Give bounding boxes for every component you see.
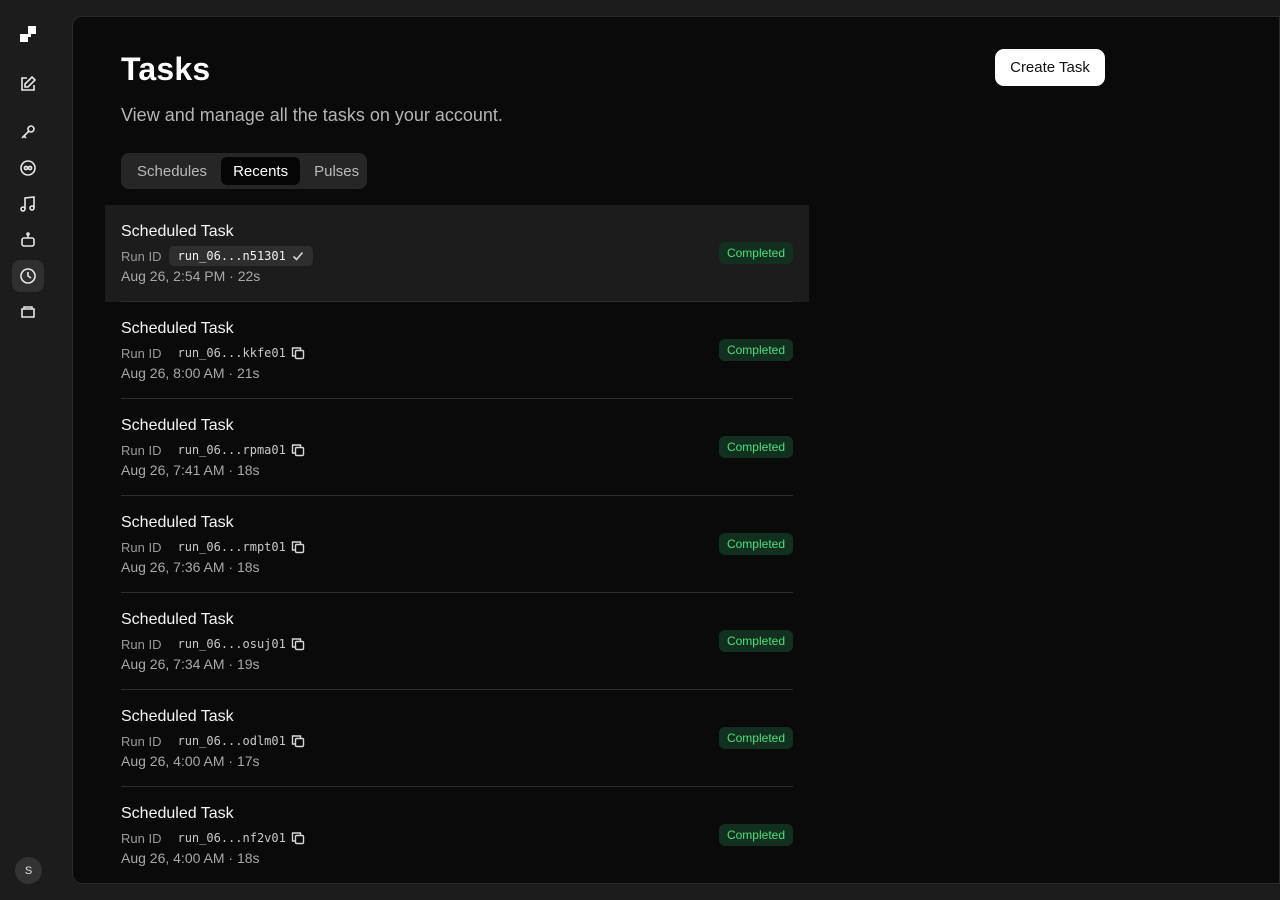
logo-icon[interactable] xyxy=(12,18,44,50)
run-id-chip[interactable]: run_06...nf2v01 xyxy=(169,828,312,848)
status-badge: Completed xyxy=(718,727,793,749)
task-list: Scheduled Task Run ID run_06...n51301 Au… xyxy=(105,205,809,883)
avatar[interactable]: S xyxy=(15,857,42,884)
task-title: Scheduled Task xyxy=(121,611,234,628)
music-icon[interactable] xyxy=(12,188,44,220)
connector-icon[interactable] xyxy=(12,152,44,184)
run-id-chip[interactable]: run_06...rmpt01 xyxy=(169,537,312,557)
status-badge: Completed xyxy=(718,824,793,846)
tab-pulses[interactable]: Pulses xyxy=(302,157,371,185)
status-badge: Completed xyxy=(718,436,793,458)
run-id-label: Run ID xyxy=(121,442,162,458)
status-badge: Completed xyxy=(718,242,793,264)
main-panel: Tasks View and manage all the tasks on y… xyxy=(72,16,1280,884)
task-title: Scheduled Task xyxy=(121,417,234,434)
task-meta: Aug 26, 4:00 AM · 18s xyxy=(121,850,260,866)
run-id-line: Run ID run_06...rmpt01 xyxy=(121,537,313,557)
copy-icon[interactable] xyxy=(291,734,305,748)
task-title: Scheduled Task xyxy=(121,708,234,725)
run-id-value: run_06...nf2v01 xyxy=(177,831,286,845)
run-id-line: Run ID run_06...odlm01 xyxy=(121,731,313,751)
task-title: Scheduled Task xyxy=(121,514,234,531)
page-title: Tasks xyxy=(121,51,211,87)
run-id-chip[interactable]: run_06...kkfe01 xyxy=(169,343,312,363)
task-row[interactable]: Scheduled Task Run ID run_06...rpma01 Au… xyxy=(105,399,809,496)
status-badge: Completed xyxy=(718,630,793,652)
run-id-chip[interactable]: run_06...n51301 xyxy=(169,246,313,266)
page-subtitle: View and manage all the tasks on your ac… xyxy=(121,105,503,125)
copy-icon[interactable] xyxy=(291,637,305,651)
check-icon[interactable] xyxy=(291,249,305,263)
task-meta: Aug 26, 4:00 AM · 17s xyxy=(121,753,260,769)
tab-recents[interactable]: Recents xyxy=(221,157,301,185)
task-row[interactable]: Scheduled Task Run ID run_06...kkfe01 Au… xyxy=(105,302,809,399)
task-meta: Aug 26, 7:34 AM · 19s xyxy=(121,656,260,672)
folder-icon[interactable] xyxy=(12,296,44,328)
run-id-chip[interactable]: run_06...rpma01 xyxy=(169,440,312,460)
task-title: Scheduled Task xyxy=(121,320,234,337)
tab-schedules[interactable]: Schedules xyxy=(125,157,219,185)
tab-bar: Schedules Recents Pulses xyxy=(121,153,367,189)
task-title: Scheduled Task xyxy=(121,223,234,240)
task-row[interactable]: Scheduled Task Run ID run_06...odlm01 Au… xyxy=(105,690,809,787)
task-meta: Aug 26, 2:54 PM · 22s xyxy=(121,268,261,284)
compose-icon[interactable] xyxy=(12,68,44,100)
clock-icon[interactable] xyxy=(12,260,44,292)
task-row[interactable]: Scheduled Task Run ID run_06...osuj01 Au… xyxy=(105,593,809,690)
run-id-line: Run ID run_06...rpma01 xyxy=(121,440,313,460)
run-id-label: Run ID xyxy=(121,636,162,652)
run-id-label: Run ID xyxy=(121,345,162,361)
run-id-label: Run ID xyxy=(121,248,162,264)
run-id-line: Run ID run_06...n51301 xyxy=(121,246,313,266)
run-id-value: run_06...osuj01 xyxy=(177,637,286,651)
run-id-value: run_06...odlm01 xyxy=(177,734,286,748)
run-id-value: run_06...kkfe01 xyxy=(177,346,286,360)
avatar-initial: S xyxy=(24,864,33,877)
run-id-label: Run ID xyxy=(121,539,162,555)
key-icon[interactable] xyxy=(12,116,44,148)
task-meta: Aug 26, 8:00 AM · 21s xyxy=(121,365,260,381)
copy-icon[interactable] xyxy=(291,346,305,360)
run-id-value: run_06...rpma01 xyxy=(177,443,286,457)
status-badge: Completed xyxy=(718,533,793,555)
status-badge: Completed xyxy=(718,339,793,361)
copy-icon[interactable] xyxy=(291,443,305,457)
run-id-label: Run ID xyxy=(121,733,162,749)
task-title: Scheduled Task xyxy=(121,805,234,822)
bot-icon[interactable] xyxy=(12,224,44,256)
create-task-button[interactable]: Create Task xyxy=(995,49,1105,86)
sidebar: S xyxy=(0,0,56,900)
run-id-line: Run ID run_06...kkfe01 xyxy=(121,343,313,363)
run-id-chip[interactable]: run_06...odlm01 xyxy=(169,731,312,751)
run-id-label: Run ID xyxy=(121,830,162,846)
task-row[interactable]: Scheduled Task Run ID run_06...rmpt01 Au… xyxy=(105,496,809,593)
run-id-line: Run ID run_06...nf2v01 xyxy=(121,828,313,848)
run-id-value: run_06...n51301 xyxy=(177,249,286,263)
run-id-line: Run ID run_06...osuj01 xyxy=(121,634,313,654)
task-row[interactable]: Scheduled Task Run ID run_06...n51301 Au… xyxy=(105,205,809,302)
run-id-value: run_06...rmpt01 xyxy=(177,540,286,554)
task-meta: Aug 26, 7:41 AM · 18s xyxy=(121,462,260,478)
copy-icon[interactable] xyxy=(291,831,305,845)
task-row[interactable]: Scheduled Task Run ID run_06...nf2v01 Au… xyxy=(105,787,809,883)
task-meta: Aug 26, 7:36 AM · 18s xyxy=(121,559,260,575)
run-id-chip[interactable]: run_06...osuj01 xyxy=(169,634,312,654)
copy-icon[interactable] xyxy=(291,540,305,554)
